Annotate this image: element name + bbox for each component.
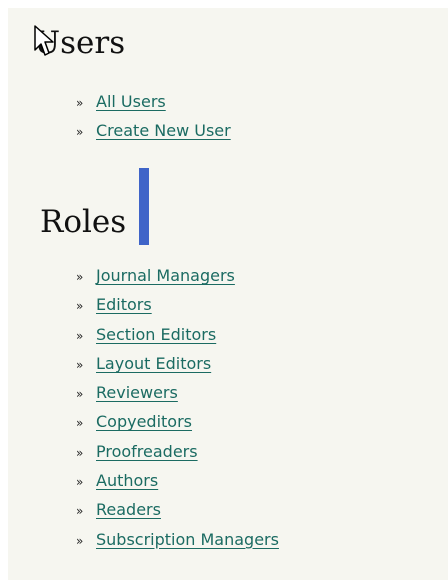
journal-managers-link[interactable]: Journal Managers xyxy=(96,266,235,285)
top-edge xyxy=(0,0,448,8)
section-editors-link[interactable]: Section Editors xyxy=(96,325,216,344)
list-item: » Layout Editors xyxy=(76,350,279,379)
list-item: » Editors xyxy=(76,291,279,320)
copyeditors-link[interactable]: Copyeditors xyxy=(96,412,192,431)
left-edge xyxy=(0,0,8,580)
text-caret xyxy=(139,168,149,245)
create-new-user-link[interactable]: Create New User xyxy=(96,121,231,140)
reviewers-link[interactable]: Reviewers xyxy=(96,383,178,402)
bullet: » xyxy=(76,533,84,548)
bullet: » xyxy=(76,125,84,140)
list-item: » Journal Managers xyxy=(76,262,279,291)
subscription-managers-link[interactable]: Subscription Managers xyxy=(96,530,279,549)
users-list: » All Users » Create New User xyxy=(76,88,231,147)
proofreaders-link[interactable]: Proofreaders xyxy=(96,442,198,461)
list-item: » Section Editors xyxy=(76,321,279,350)
bullet: » xyxy=(76,299,84,314)
all-users-link[interactable]: All Users xyxy=(96,92,166,111)
list-item: » Authors xyxy=(76,467,279,496)
users-heading: Users xyxy=(34,25,126,61)
bullet: » xyxy=(76,357,84,372)
list-item: » Create New User xyxy=(76,117,231,146)
readers-link[interactable]: Readers xyxy=(96,500,161,519)
bullet: » xyxy=(76,475,84,490)
authors-link[interactable]: Authors xyxy=(96,471,158,490)
roles-list: » Journal Managers » Editors » Section Edit… xyxy=(76,262,279,555)
list-item: » Copyeditors xyxy=(76,408,279,437)
bullet: » xyxy=(76,416,84,431)
bullet: » xyxy=(76,96,84,110)
bullet: » xyxy=(76,445,84,460)
list-item: » Readers xyxy=(76,496,279,525)
layout-editors-link[interactable]: Layout Editors xyxy=(96,354,211,373)
page: Users » All Users » Create New User Roles … xyxy=(0,0,448,580)
editors-link[interactable]: Editors xyxy=(96,295,152,314)
bullet: » xyxy=(76,387,84,402)
list-item: » All Users xyxy=(76,88,231,117)
list-item: » Proofreaders xyxy=(76,438,279,467)
list-item: » Reviewers xyxy=(76,379,279,408)
roles-heading: Roles xyxy=(40,204,127,240)
bullet: » xyxy=(76,504,84,519)
bullet: » xyxy=(76,270,84,284)
list-item: » Subscription Managers xyxy=(76,526,279,555)
bullet: » xyxy=(76,328,84,343)
